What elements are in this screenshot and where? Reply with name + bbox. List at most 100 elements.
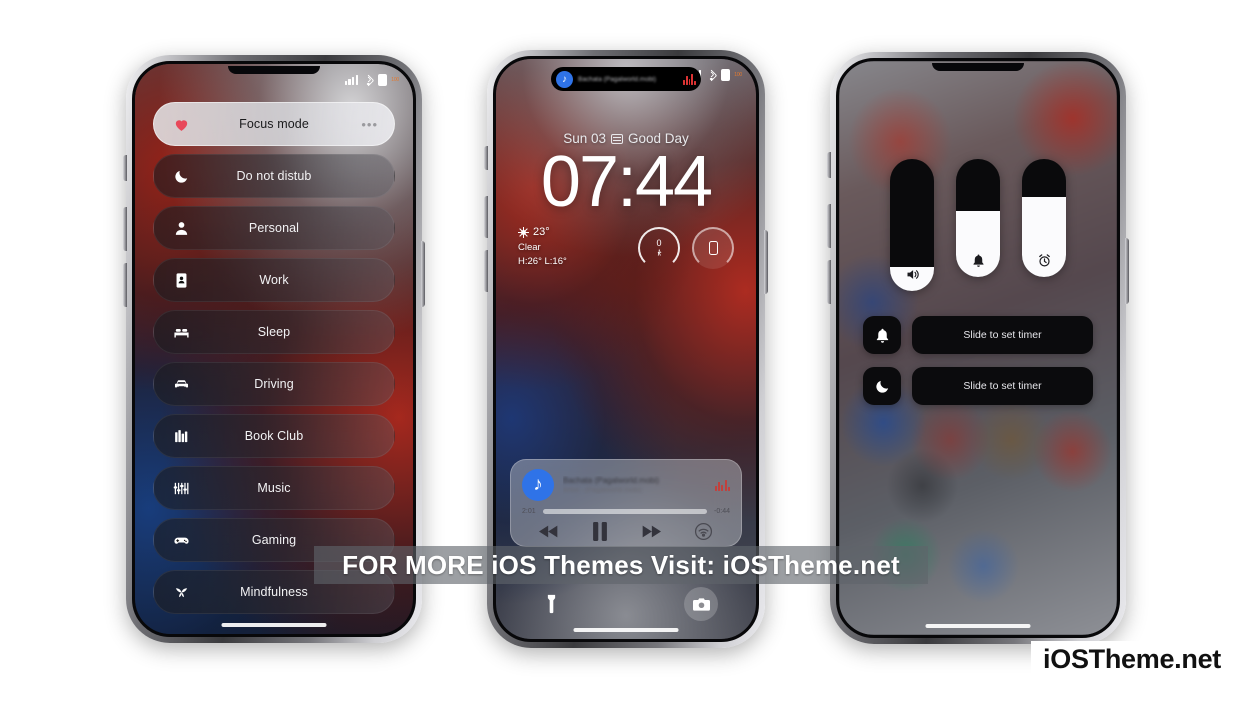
playback-progress[interactable]: 2:01 -0:44	[522, 508, 730, 515]
volume-down-button[interactable]	[827, 260, 831, 304]
focus-row-label: Focus mode	[239, 117, 309, 131]
weather-temperature: 23°	[533, 226, 550, 238]
mute-switch[interactable]	[484, 146, 488, 170]
weather-condition: Clear	[518, 241, 541, 253]
flashlight-icon	[547, 594, 555, 614]
cellular-signal-icon	[344, 75, 359, 85]
focus-row-music[interactable]: Music	[153, 466, 395, 510]
focus-row-personal[interactable]: Personal	[153, 206, 395, 250]
progress-track[interactable]	[542, 509, 708, 514]
wifi-icon	[704, 68, 718, 82]
ringer-slider[interactable]	[956, 159, 1000, 277]
home-indicator[interactable]	[925, 624, 1031, 628]
bell-timer-button[interactable]	[863, 316, 901, 354]
weather-widget[interactable]: 23° Clear H:26° L:16°	[518, 225, 567, 268]
fitness-ring-widget[interactable]: 0	[638, 227, 680, 269]
sleep-timer-slider[interactable]: Slide to set timer	[912, 367, 1093, 405]
volume-slider[interactable]	[890, 159, 934, 291]
focus-row-do-not-disturb[interactable]: Do not distub	[153, 154, 395, 198]
camera-button[interactable]	[684, 587, 718, 621]
walking-person-icon	[657, 249, 662, 256]
brand-logo: iOSTheme.net	[1031, 641, 1233, 680]
battery-percent-label: 100	[391, 77, 399, 83]
music-note-icon: ♪	[522, 469, 554, 501]
mute-switch[interactable]	[123, 155, 127, 181]
sleep-timer-row: Slide to set timer	[863, 367, 1093, 405]
car-icon	[170, 376, 192, 393]
fitness-steps-value: 0	[656, 237, 662, 248]
battery-percent-label: 100	[734, 72, 742, 78]
battery-ring-widget[interactable]	[692, 227, 734, 269]
moon-icon	[170, 168, 192, 185]
now-playing-header: ♪ Bachata (Pagalworld.mobi) Artist - (Pa…	[522, 469, 730, 501]
mute-switch[interactable]	[827, 152, 831, 178]
focus-row-focus-mode[interactable]: Focus mode •••	[153, 102, 395, 146]
notch	[228, 66, 320, 74]
status-bar-left: 100	[344, 73, 399, 87]
notch	[932, 63, 1024, 71]
track-title: Bachata (Pagalworld.mobi)	[563, 476, 660, 485]
person-icon	[170, 220, 192, 237]
home-indicator[interactable]	[573, 628, 679, 632]
focus-row-label: Gaming	[251, 533, 297, 547]
power-button[interactable]	[1125, 238, 1129, 304]
focus-row-driving[interactable]: Driving	[153, 362, 395, 406]
focus-row-label: Work	[259, 273, 289, 287]
music-note-icon: ♪	[556, 70, 573, 88]
focus-more-icon[interactable]: •••	[356, 118, 378, 131]
battery-icon	[378, 74, 388, 86]
focus-row-book-club[interactable]: Book Club	[153, 414, 395, 458]
playback-controls	[522, 522, 730, 541]
volume-up-button[interactable]	[484, 196, 488, 238]
alarm-slider[interactable]	[1022, 159, 1066, 277]
volume-down-button[interactable]	[484, 250, 488, 292]
focus-mode-list: Focus mode ••• Do not distub Personal Wo…	[153, 102, 395, 614]
battery-icon	[721, 69, 731, 81]
wifi-icon	[361, 73, 375, 87]
elapsed-time: 2:01	[522, 508, 536, 515]
pause-button[interactable]	[592, 522, 608, 541]
focus-row-label: Sleep	[257, 325, 291, 339]
speaker-icon	[890, 267, 934, 282]
home-indicator[interactable]	[221, 623, 327, 627]
ringer-timer-row: Slide to set timer	[863, 316, 1093, 354]
focus-row-label: Book Club	[244, 429, 304, 443]
books-icon	[170, 428, 192, 445]
volume-down-button[interactable]	[123, 263, 127, 307]
audio-visualizer-icon	[714, 479, 730, 491]
lock-screen-clock: 07:44	[540, 142, 713, 222]
phone-battery-icon	[708, 241, 718, 255]
heart-icon	[170, 116, 192, 133]
focus-row-work[interactable]: Work	[153, 258, 395, 302]
now-playing-widget: ♪ Bachata (Pagalworld.mobi) Artist - (Pa…	[510, 459, 742, 547]
bed-icon	[170, 324, 192, 341]
volume-up-button[interactable]	[123, 207, 127, 251]
focus-row-label: Music	[257, 481, 291, 495]
rewind-button[interactable]	[538, 524, 559, 539]
power-button[interactable]	[764, 230, 768, 294]
sleep-timer-button[interactable]	[863, 367, 901, 405]
ringer-timer-slider[interactable]: Slide to set timer	[912, 316, 1093, 354]
dynamic-island-now-playing[interactable]: ♪ Bachata (Pagalworld.mobi)	[551, 67, 701, 91]
focus-row-sleep[interactable]: Sleep	[153, 310, 395, 354]
fast-forward-button[interactable]	[641, 524, 662, 539]
screenshot-canvas: 100 Focus mode ••• Do not distub Persona…	[0, 0, 1249, 702]
ring-widgets: 0	[638, 227, 734, 269]
camera-icon	[692, 597, 710, 611]
remaining-time: -0:44	[714, 508, 730, 515]
focus-row-label: Mindfulness	[240, 585, 308, 599]
focus-row-label: Personal	[248, 221, 300, 235]
airplay-button[interactable]	[694, 522, 713, 541]
moon-icon	[875, 380, 888, 393]
power-button[interactable]	[421, 241, 425, 307]
volume-up-button[interactable]	[827, 204, 831, 248]
briefcase-icon	[170, 272, 192, 289]
mindfulness-icon	[170, 584, 192, 601]
alarm-clock-icon	[1022, 253, 1066, 268]
now-playing-meta: Bachata (Pagalworld.mobi) Artist - (Paga…	[563, 476, 706, 494]
focus-row-label: Do not distub	[236, 169, 312, 183]
flashlight-button[interactable]	[534, 587, 568, 621]
volume-sliders-panel	[839, 159, 1117, 291]
weather-temp-row: 23°	[518, 225, 567, 241]
timer-rows: Slide to set timer Slide to set timer	[863, 316, 1093, 405]
